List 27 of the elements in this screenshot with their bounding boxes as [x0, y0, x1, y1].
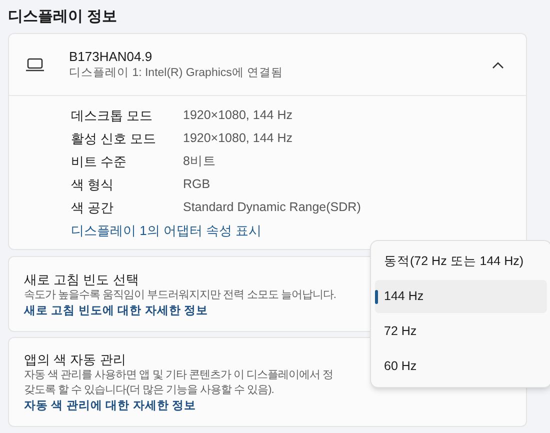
auto-color-description: 갖도록 할 수 있습니다(더 많은 기능을 사용할 수 있음). [24, 383, 274, 398]
property-value: 8비트 [183, 153, 216, 170]
display-subtitle: 디스플레이 1: Intel(R) Graphics에 연결됨 [69, 66, 284, 81]
adapter-properties-link[interactable]: 디스플레이 1의 어댑터 속성 표시 [71, 219, 262, 243]
refresh-rate-title: 새로 고침 빈도 선택 [24, 271, 139, 288]
property-label: 비트 수준 [71, 152, 128, 171]
property-value: RGB [183, 176, 210, 194]
property-value: 1920×1080, 144 Hz [183, 130, 292, 148]
display-name: B173HAN04.9 [69, 48, 154, 65]
refresh-rate-description: 속도가 높을수록 움직임이 부드러워지지만 전력 소모도 늘어납니다. [24, 288, 336, 303]
property-label: 색 형식 [71, 176, 115, 194]
refresh-rate-link[interactable]: 새로 고침 빈도에 대한 자세한 정보 [24, 303, 208, 319]
menu-item[interactable]: 72 Hz [375, 315, 547, 348]
section-title: 디스플레이 정보 [8, 7, 118, 27]
property-value: Standard Dynamic Range(SDR) [183, 199, 361, 216]
auto-color-link[interactable]: 자동 색 관리에 대한 자세한 정보 [24, 398, 196, 414]
laptop-icon [25, 58, 45, 72]
chevron-icon [492, 60, 504, 68]
auto-color-title: 앱의 색 자동 관리 [24, 351, 126, 368]
property-label: 데스크톱 모드 [71, 106, 154, 125]
property-label: 색 공간 [71, 198, 115, 217]
property-label: 활성 신호 모드 [71, 130, 158, 148]
menu-item[interactable]: 동적(72 Hz 또는 144 Hz) [375, 245, 547, 278]
auto-color-description: 자동 색 관리를 사용하면 앱 및 기타 콘텐츠가 이 디스플레이에서 정 [24, 368, 334, 383]
menu-item[interactable]: 60 Hz [375, 350, 547, 383]
menu-item[interactable]: 144 Hz [375, 280, 547, 313]
property-value: 1920×1080, 144 Hz [183, 107, 292, 124]
